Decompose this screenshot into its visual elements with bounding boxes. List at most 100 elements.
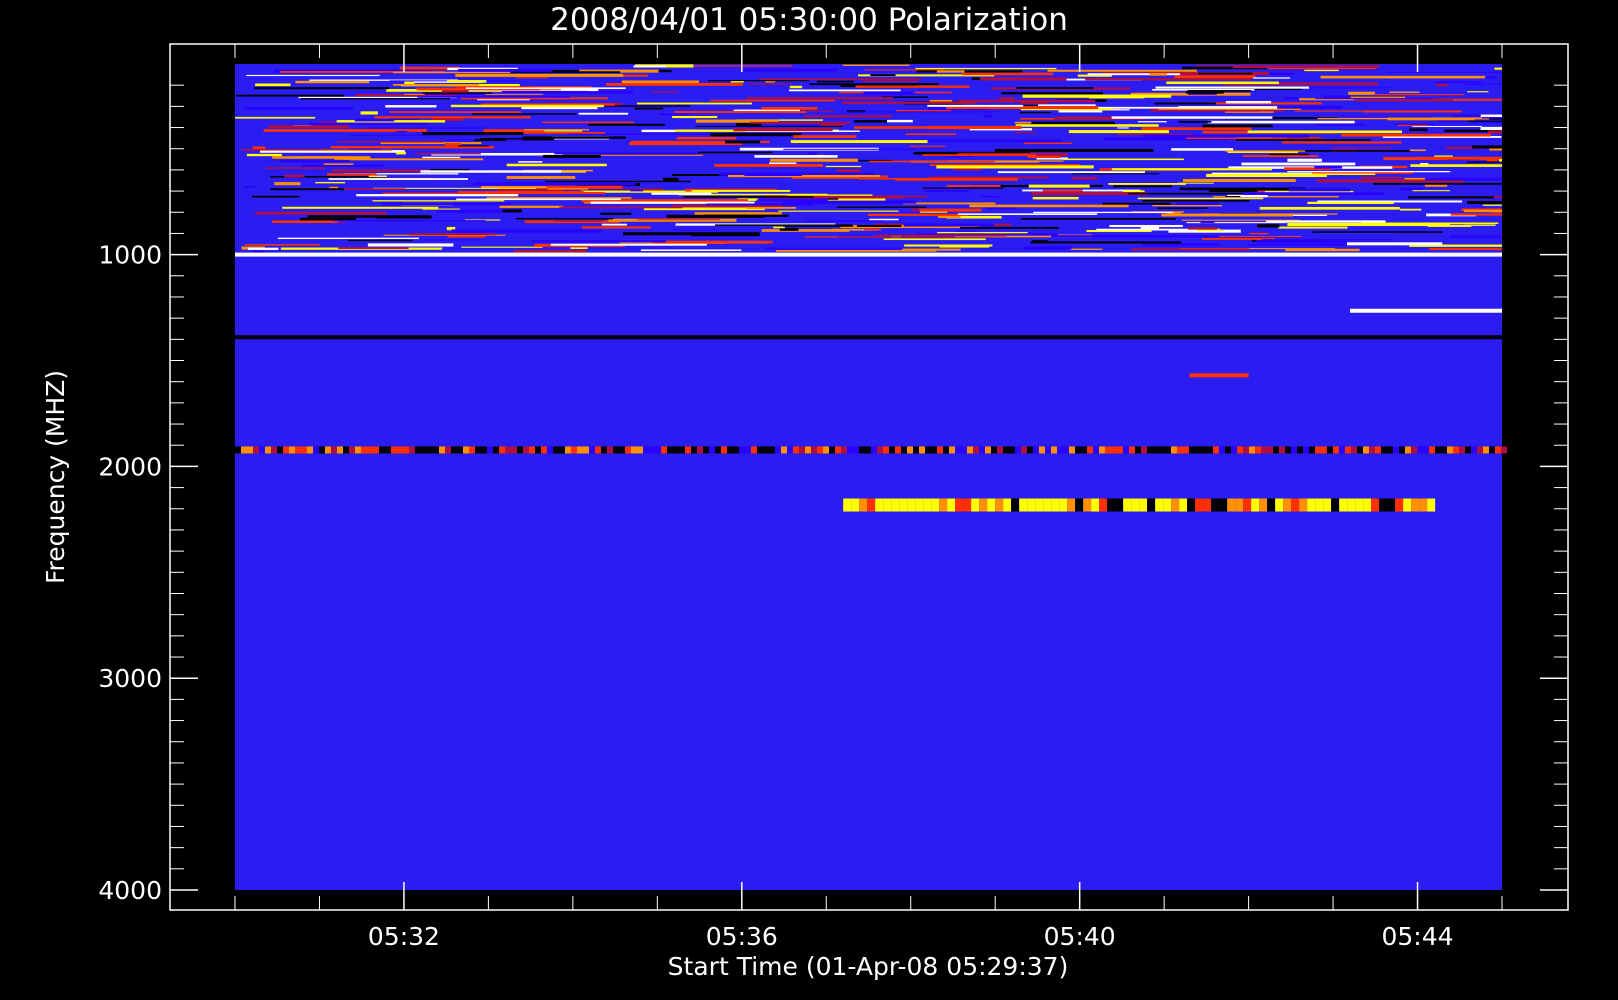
heatmap-cell bbox=[947, 498, 956, 512]
heatmap-cell bbox=[1219, 446, 1225, 454]
heatmap-cell bbox=[836, 206, 927, 208]
heatmap-cell bbox=[1283, 498, 1292, 512]
heatmap-cell bbox=[1113, 185, 1173, 188]
heatmap-cell bbox=[820, 123, 844, 126]
heatmap-cell bbox=[1033, 211, 1173, 214]
heatmap-cell bbox=[789, 85, 803, 89]
heatmap-cell bbox=[1314, 165, 1343, 169]
heatmap-cell bbox=[997, 446, 1003, 454]
heatmap-cell bbox=[1341, 133, 1492, 137]
heatmap-cell bbox=[1123, 190, 1145, 193]
heatmap-cell bbox=[1395, 123, 1435, 125]
heatmap-cell bbox=[1031, 121, 1115, 125]
heatmap-cell bbox=[1171, 498, 1180, 512]
heatmap-cell bbox=[778, 210, 899, 212]
heatmap-cell bbox=[931, 498, 940, 512]
heatmap-cell bbox=[392, 84, 479, 86]
heatmap-cell bbox=[530, 191, 605, 194]
heatmap-cell bbox=[1389, 91, 1420, 93]
heatmap-cell bbox=[1232, 65, 1380, 69]
y-axis-label: Frequency (MHZ) bbox=[41, 370, 70, 584]
heatmap-cell bbox=[338, 247, 409, 249]
heatmap-cell bbox=[769, 446, 775, 454]
heatmap-cell bbox=[566, 133, 726, 136]
heatmap-cell bbox=[559, 446, 565, 454]
y-tick-label: 4000 bbox=[98, 876, 162, 905]
heatmap-cell bbox=[1291, 498, 1300, 512]
heatmap-cell bbox=[1345, 446, 1351, 454]
heatmap-cell bbox=[565, 446, 571, 454]
heatmap-cell bbox=[997, 171, 1145, 174]
heatmap-cell bbox=[337, 446, 343, 454]
heatmap-cell bbox=[1003, 498, 1012, 512]
heatmap-cell bbox=[1083, 498, 1092, 512]
y-tick-label: 3000 bbox=[98, 664, 162, 693]
heatmap-cell bbox=[1361, 176, 1403, 179]
heatmap-cell bbox=[811, 446, 817, 454]
heatmap-cell bbox=[907, 446, 913, 454]
heatmap-cell bbox=[252, 146, 266, 150]
heatmap-cell bbox=[969, 204, 1129, 208]
heatmap-cell bbox=[367, 127, 486, 129]
heatmap-cell bbox=[518, 161, 543, 163]
heatmap-cell bbox=[1144, 134, 1309, 138]
heatmap-cell bbox=[883, 446, 889, 454]
heatmap-cell bbox=[634, 107, 664, 110]
heatmap-cell bbox=[1279, 173, 1376, 175]
heatmap-cell bbox=[451, 229, 602, 233]
heatmap-cell bbox=[1069, 248, 1103, 250]
heatmap-cell bbox=[855, 85, 970, 88]
heatmap-cell bbox=[1259, 206, 1400, 210]
heatmap-cell bbox=[315, 181, 346, 184]
heatmap-cell bbox=[856, 224, 902, 227]
heatmap-cell bbox=[1117, 133, 1193, 135]
heatmap-cell bbox=[937, 446, 943, 454]
heatmap-cell bbox=[1091, 498, 1100, 512]
heatmap-cell bbox=[1227, 151, 1299, 153]
heatmap-cell bbox=[1278, 226, 1348, 229]
heatmap-cell bbox=[1427, 498, 1436, 512]
heatmap-cell bbox=[896, 109, 952, 112]
heatmap-cell bbox=[1423, 446, 1429, 454]
heatmap-cell bbox=[1339, 498, 1348, 512]
heatmap-cell bbox=[1347, 498, 1356, 512]
heatmap-cell bbox=[697, 151, 773, 154]
heatmap-cell bbox=[915, 67, 1057, 70]
heatmap-cell bbox=[252, 195, 300, 198]
heatmap-cell bbox=[1315, 498, 1324, 512]
heatmap-cell bbox=[775, 446, 781, 454]
heatmap-cell bbox=[255, 211, 387, 215]
heatmap-cell bbox=[1256, 240, 1347, 244]
heatmap-cell bbox=[697, 446, 703, 454]
heatmap-cell bbox=[321, 149, 392, 152]
heatmap-cell bbox=[980, 77, 1067, 81]
heatmap-cell bbox=[301, 446, 307, 454]
heatmap-cell bbox=[499, 205, 563, 208]
heatmap-cell bbox=[1237, 446, 1243, 454]
heatmap-cell bbox=[396, 151, 406, 155]
heatmap-cell bbox=[1069, 446, 1075, 454]
heatmap-cell bbox=[710, 133, 802, 137]
heatmap-cell bbox=[733, 128, 833, 132]
heatmap-cell bbox=[769, 158, 858, 162]
heatmap-cell bbox=[522, 136, 626, 139]
heatmap-cell bbox=[442, 89, 469, 93]
heatmap-cell bbox=[1117, 446, 1123, 454]
heatmap-cell bbox=[1178, 106, 1278, 110]
heatmap-cell bbox=[1028, 184, 1090, 188]
heatmap-cell bbox=[1111, 168, 1273, 171]
heatmap-cell bbox=[793, 446, 799, 454]
heatmap-cell bbox=[1387, 117, 1490, 121]
heatmap-cell bbox=[420, 170, 562, 173]
heatmap-cell bbox=[1467, 91, 1489, 93]
heatmap-cell bbox=[1347, 242, 1443, 246]
heatmap-cell bbox=[300, 217, 356, 221]
heatmap-cell bbox=[758, 78, 922, 80]
heatmap-cell bbox=[929, 99, 953, 102]
heatmap-cell bbox=[783, 148, 917, 150]
heatmap-cell bbox=[1129, 446, 1135, 454]
heatmap-cell bbox=[1019, 498, 1028, 512]
heatmap-cell bbox=[1309, 446, 1315, 454]
heatmap-cell bbox=[472, 113, 577, 115]
heatmap-cell bbox=[1099, 446, 1105, 454]
